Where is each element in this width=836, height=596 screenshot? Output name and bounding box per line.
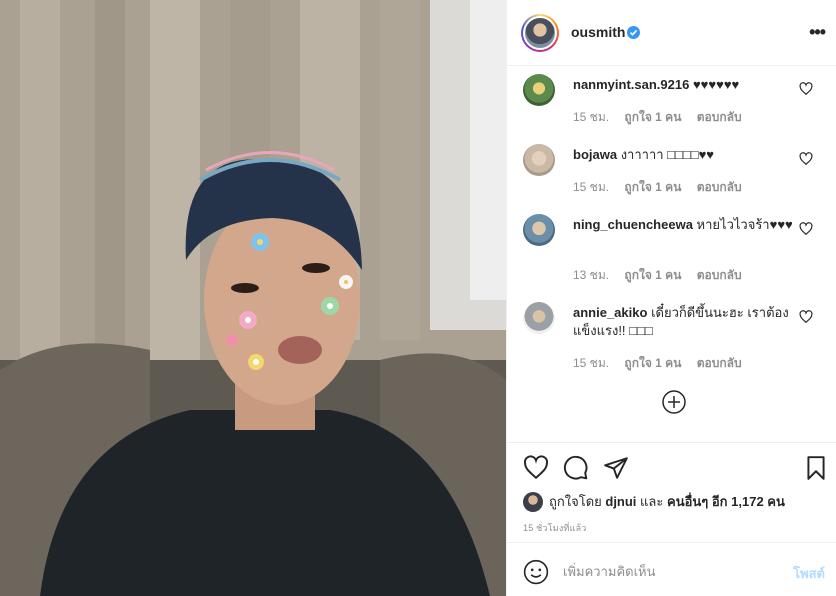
likes-joiner: และ xyxy=(640,494,664,509)
comment-time[interactable]: 15 ชม. xyxy=(573,110,609,124)
comment-compose: โพสต์ xyxy=(507,542,836,596)
reply-button[interactable]: ตอบกลับ xyxy=(697,268,742,282)
comment-meta: 15 ชม. ถูกใจ 1 คน ตอบกลับ xyxy=(573,178,754,197)
comment-text: ♥♥♥♥♥♥ xyxy=(692,77,740,92)
flower-sticker-pink xyxy=(239,311,257,329)
flower-sticker-blue xyxy=(251,233,269,251)
comment-bubble-icon[interactable] xyxy=(563,455,589,481)
commenter-avatar[interactable] xyxy=(523,144,555,176)
heart-icon[interactable] xyxy=(799,222,813,236)
post-timestamp[interactable]: 15 ชั่วโมงที่แล้ว xyxy=(523,521,587,535)
likes-others-link[interactable]: คนอื่นๆ อีก 1,172 คน xyxy=(667,491,785,512)
commenter-username[interactable]: nanmyint.san.9216 xyxy=(573,77,689,92)
post-side-panel: ousmith ••• nanmyint.san.9216 ♥♥♥♥♥♥ 15 … xyxy=(506,0,836,596)
post-actions: ถูกใจโดย djnui และ คนอื่นๆ อีก 1,172 คน … xyxy=(507,442,836,542)
comment-text: หายไวไวจร้า♥♥♥ xyxy=(696,217,793,232)
comment-meta: 15 ชม. ถูกใจ 1 คน ตอบกลับ xyxy=(573,354,754,373)
likes-prefix: ถูกใจโดย xyxy=(549,494,602,509)
author-username[interactable]: ousmith xyxy=(571,24,625,40)
comment-input[interactable] xyxy=(563,559,763,583)
comment-likes[interactable]: ถูกใจ 1 คน xyxy=(624,356,681,370)
comment-text: งาาาาา □□□□♥♥ xyxy=(620,147,715,162)
emoji-icon[interactable] xyxy=(523,559,549,585)
comments-list: nanmyint.san.9216 ♥♥♥♥♥♥ 15 ชม. ถูกใจ 1 … xyxy=(507,66,836,442)
post-comment-button[interactable]: โพสต์ xyxy=(793,563,825,584)
comment-body: nanmyint.san.9216 ♥♥♥♥♥♥ xyxy=(573,76,793,94)
comment-likes[interactable]: ถูกใจ 1 คน xyxy=(624,180,681,194)
comment-likes[interactable]: ถูกใจ 1 คน xyxy=(624,268,681,282)
post-header: ousmith ••• xyxy=(507,0,836,66)
heart-icon[interactable] xyxy=(799,152,813,166)
liker-username[interactable]: djnui xyxy=(605,494,636,509)
comment-body: ning_chuencheewa หายไวไวจร้า♥♥♥ xyxy=(573,216,793,234)
commenter-username[interactable]: ning_chuencheewa xyxy=(573,217,693,232)
liker-avatar[interactable] xyxy=(523,491,543,512)
more-options-icon[interactable]: ••• xyxy=(809,23,826,41)
reply-button[interactable]: ตอบกลับ xyxy=(697,110,742,124)
comment-time[interactable]: 15 ชม. xyxy=(573,356,609,370)
comment-meta: 15 ชม. ถูกใจ 1 คน ตอบกลับ xyxy=(573,108,754,127)
comment-meta: 13 ชม. ถูกใจ 1 คน ตอบกลับ xyxy=(573,266,754,285)
verified-badge-icon xyxy=(627,26,640,39)
flower-sticker-white xyxy=(339,275,353,289)
flower-sticker-green xyxy=(321,297,339,315)
comment-body: annie_akiko เดี๋ยวก็ดีขึ้นนะฮะ เราต้องแข… xyxy=(573,304,793,340)
commenter-username[interactable]: bojawa xyxy=(573,147,617,162)
commenter-avatar[interactable] xyxy=(523,302,555,334)
author-avatar[interactable] xyxy=(521,14,559,52)
save-bookmark-icon[interactable] xyxy=(803,455,829,481)
flower-sticker-yellow xyxy=(248,354,264,370)
reply-button[interactable]: ตอบกลับ xyxy=(697,356,742,370)
commenter-username[interactable]: annie_akiko xyxy=(573,305,647,320)
photo-illustration xyxy=(0,0,506,596)
load-more-comments-icon[interactable] xyxy=(662,390,686,414)
comment-likes[interactable]: ถูกใจ 1 คน xyxy=(624,110,681,124)
commenter-avatar[interactable] xyxy=(523,74,555,106)
heart-icon[interactable] xyxy=(799,82,813,96)
post-photo[interactable] xyxy=(0,0,506,596)
reply-button[interactable]: ตอบกลับ xyxy=(697,180,742,194)
comment-time[interactable]: 13 ชม. xyxy=(573,268,609,282)
comment-time[interactable]: 15 ชม. xyxy=(573,180,609,194)
comment-body: bojawa งาาาาา □□□□♥♥ xyxy=(573,146,793,164)
commenter-avatar[interactable] xyxy=(523,214,555,246)
share-paper-plane-icon[interactable] xyxy=(603,455,629,481)
flower-sticker-rose xyxy=(226,334,238,346)
heart-icon[interactable] xyxy=(799,310,813,324)
likes-summary: ถูกใจโดย djnui และ คนอื่นๆ อีก 1,172 คน xyxy=(523,491,785,512)
like-heart-icon[interactable] xyxy=(523,455,549,481)
